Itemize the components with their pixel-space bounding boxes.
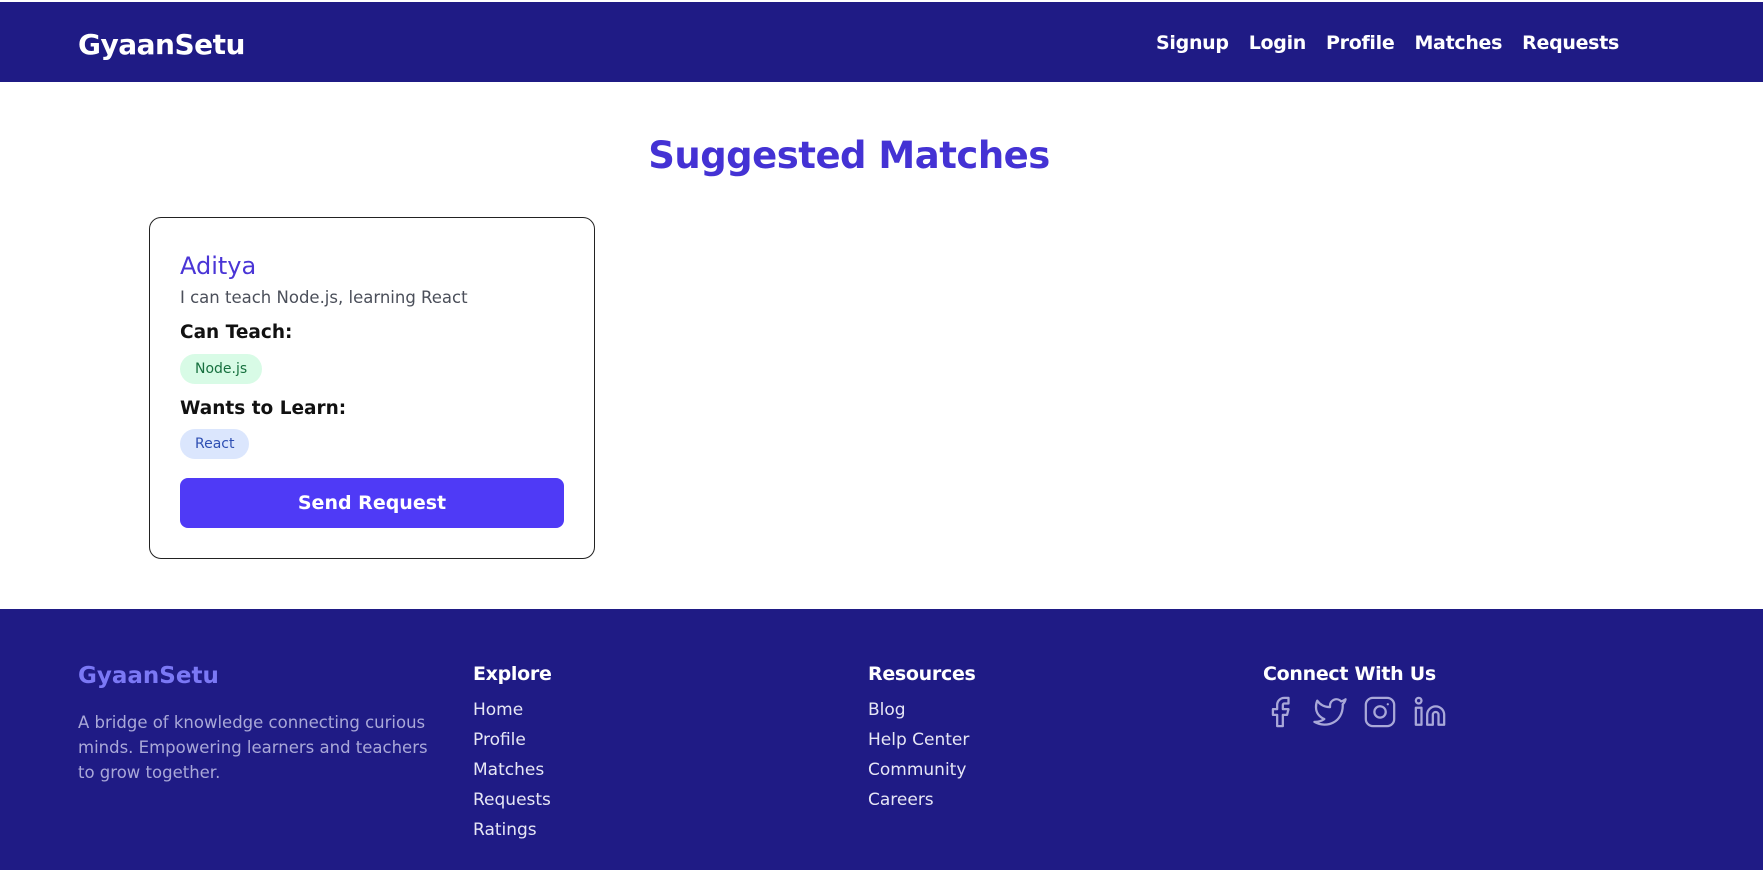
nav-matches[interactable]: Matches xyxy=(1414,32,1502,54)
nav-links: Signup Login Profile Matches Requests xyxy=(1156,32,1619,54)
linkedin-icon[interactable] xyxy=(1413,695,1447,729)
match-name: Aditya xyxy=(180,252,257,280)
connect-heading: Connect With Us xyxy=(1263,663,1436,685)
footer-link-help-center[interactable]: Help Center xyxy=(868,725,976,755)
send-request-button[interactable]: Send Request xyxy=(180,478,564,528)
nav-profile[interactable]: Profile xyxy=(1326,32,1395,54)
footer-link-requests[interactable]: Requests xyxy=(473,785,552,815)
footer-resources-column: Resources Blog Help Center Community Car… xyxy=(868,663,976,815)
footer-connect-column: Connect With Us xyxy=(1263,663,1447,729)
page-title: Suggested Matches xyxy=(648,134,1050,177)
footer-explore-column: Explore Home Profile Matches Requests Ra… xyxy=(473,663,552,845)
can-teach-label: Can Teach: xyxy=(180,322,293,343)
footer-link-ratings[interactable]: Ratings xyxy=(473,815,552,845)
twitter-icon[interactable] xyxy=(1313,695,1347,729)
footer-brand: GyaanSetu xyxy=(78,663,219,689)
footer-link-home[interactable]: Home xyxy=(473,695,552,725)
teach-skill-tag: Node.js xyxy=(180,354,263,384)
footer-link-profile[interactable]: Profile xyxy=(473,725,552,755)
top-navbar: GyaanSetu Signup Login Profile Matches R… xyxy=(0,2,1763,82)
social-links xyxy=(1263,695,1447,729)
resources-heading: Resources xyxy=(868,663,976,685)
nav-requests[interactable]: Requests xyxy=(1522,32,1619,54)
footer-link-matches[interactable]: Matches xyxy=(473,755,552,785)
brand-logo[interactable]: GyaanSetu xyxy=(78,28,245,61)
instagram-icon[interactable] xyxy=(1363,695,1397,729)
footer-description: A bridge of knowledge connecting curious… xyxy=(78,713,428,782)
footer-link-careers[interactable]: Careers xyxy=(868,785,976,815)
explore-heading: Explore xyxy=(473,663,552,685)
footer: GyaanSetu A bridge of knowledge connecti… xyxy=(0,609,1763,870)
footer-link-community[interactable]: Community xyxy=(868,755,976,785)
facebook-icon[interactable] xyxy=(1263,695,1297,729)
match-card: Aditya I can teach Node.js, learning Rea… xyxy=(149,217,595,559)
nav-signup[interactable]: Signup xyxy=(1156,32,1229,54)
nav-login[interactable]: Login xyxy=(1249,32,1307,54)
match-bio: I can teach Node.js, learning React xyxy=(180,288,468,307)
wants-to-learn-label: Wants to Learn: xyxy=(180,398,347,419)
footer-link-blog[interactable]: Blog xyxy=(868,695,976,725)
learn-skill-tag: React xyxy=(180,429,250,459)
